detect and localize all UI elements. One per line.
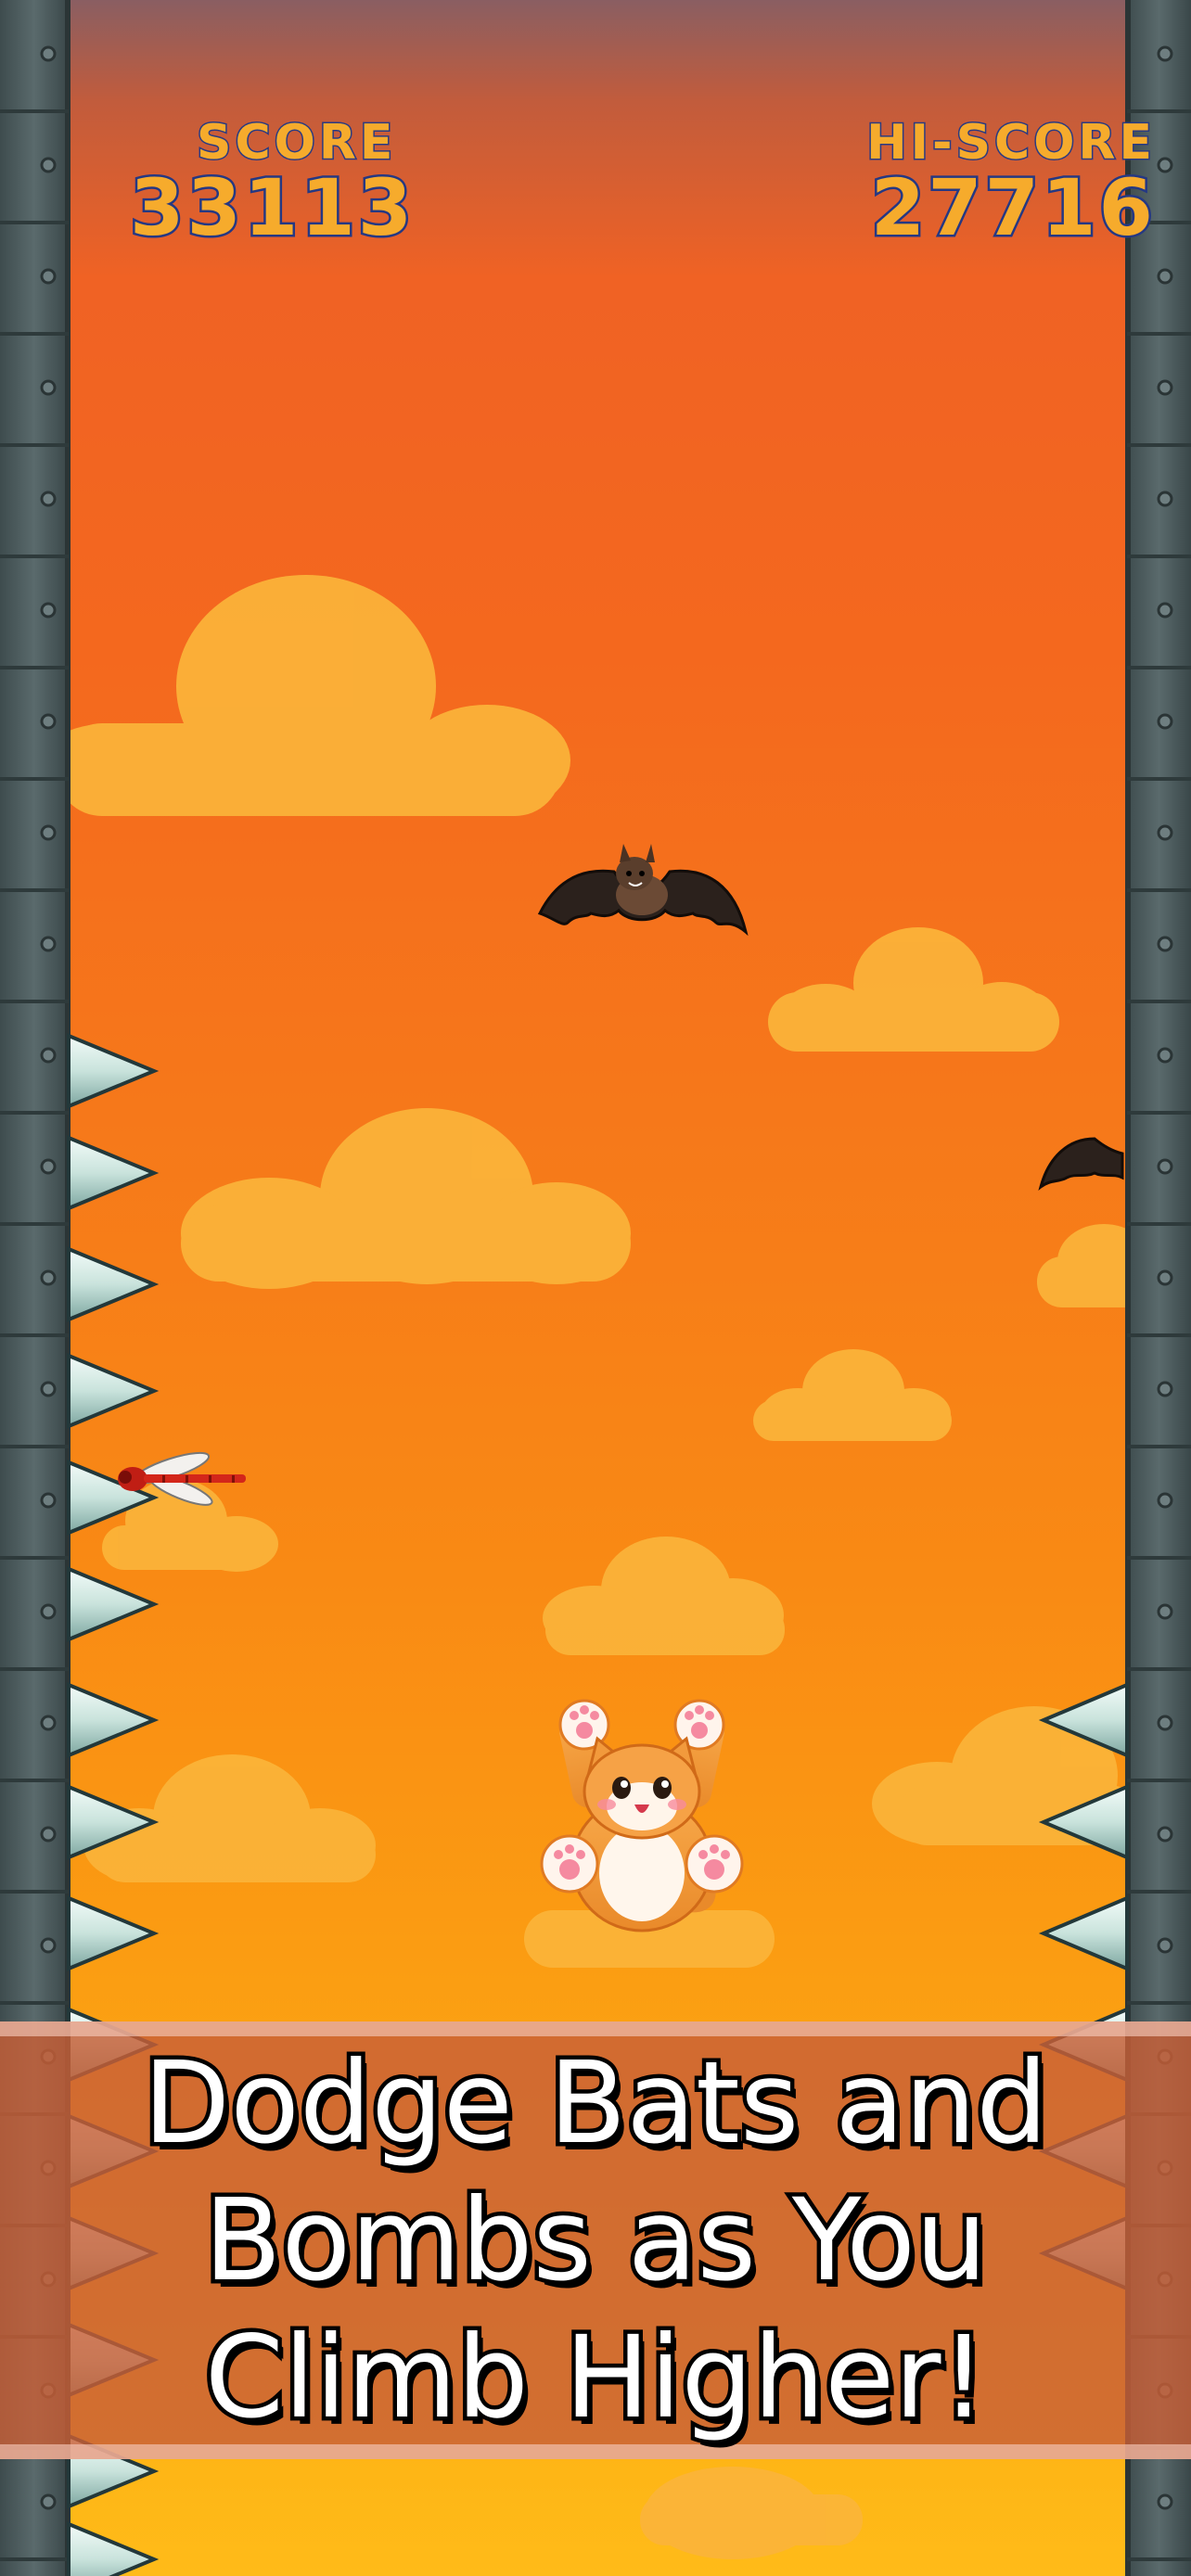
- spike: [67, 1353, 160, 1429]
- spike: [67, 1246, 160, 1322]
- score-display: SCORE 33113: [128, 115, 416, 253]
- spike: [67, 1682, 160, 1758]
- hiscore-label: HI-SCORE: [865, 115, 1156, 171]
- cloud: [37, 575, 570, 816]
- score-label: SCORE: [196, 115, 397, 171]
- spike: [67, 1895, 160, 1971]
- bat-enemy: [1038, 1137, 1124, 1192]
- spike: [1038, 1894, 1129, 1972]
- promo-caption: Dodge Bats and Bombs as You Climb Higher…: [139, 2034, 1052, 2448]
- bat-enemy: [537, 844, 749, 937]
- cloud: [753, 1349, 952, 1441]
- promo-banner: Dodge Bats and Bombs as You Climb Higher…: [0, 2021, 1191, 2459]
- score-value: 33113: [128, 162, 416, 253]
- hiscore-value: 27716: [868, 162, 1156, 253]
- game-stage[interactable]: SCORE 33113 HI-SCORE 27716 Dodge Bats an…: [0, 0, 1191, 2576]
- cloud: [543, 1537, 785, 1655]
- cat-player: [540, 1699, 744, 1932]
- hiscore-display: HI-SCORE 27716: [859, 115, 1156, 253]
- cloud: [181, 1108, 631, 1289]
- spike: [67, 1135, 160, 1211]
- spike: [67, 2521, 160, 2576]
- spike: [67, 1033, 160, 1109]
- spike: [67, 1566, 160, 1642]
- cloud: [640, 2467, 863, 2559]
- cloud: [768, 927, 1059, 1052]
